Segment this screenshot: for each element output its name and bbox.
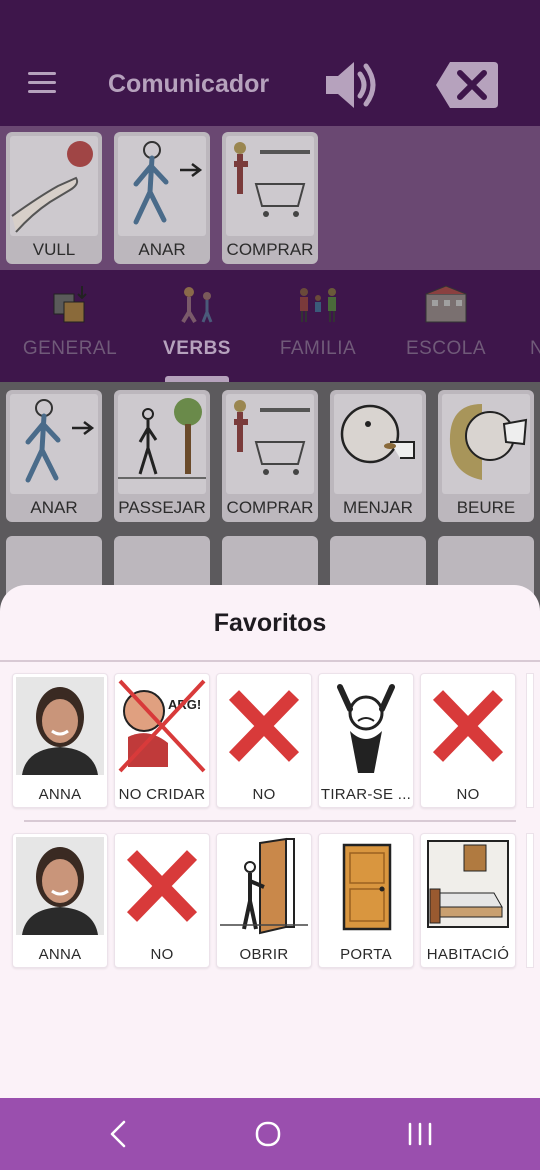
sheet-title: Favoritos — [213, 609, 327, 637]
favorites-sheet: Favoritos ANNA ARG! NO CRIDAR NO TIRAR-S… — [0, 585, 540, 1098]
favorite-card-partial[interactable] — [526, 673, 534, 808]
shopping-cart-icon — [226, 394, 314, 494]
sentence-card-label: VULL — [32, 240, 76, 259]
photo-avatar-icon — [16, 677, 104, 775]
tab-label: N — [530, 338, 540, 359]
nav-home-icon[interactable] — [248, 1114, 288, 1154]
no-shouting-icon: ARG! — [118, 677, 206, 775]
walking-person-icon — [10, 394, 98, 494]
grid-card-passejar[interactable]: PASSEJAR — [114, 390, 210, 522]
system-nav-bar — [0, 1098, 540, 1170]
stroll-icon — [118, 394, 206, 494]
backspace-icon[interactable] — [434, 60, 500, 110]
door-icon — [322, 837, 410, 935]
tab-familia[interactable]: FAMILIA — [258, 270, 378, 382]
hamburger-icon[interactable] — [28, 72, 56, 96]
walking-person-icon — [118, 136, 206, 236]
angry-person-icon — [322, 677, 410, 775]
photo-avatar-icon — [16, 837, 104, 935]
grid-card-label: COMPRAR — [226, 498, 314, 517]
favorite-card-porta[interactable]: PORTA — [318, 833, 414, 968]
app-title: Comunicador — [108, 70, 270, 98]
favorite-card-anna[interactable]: ANNA — [12, 673, 108, 808]
tab-label: GENERAL — [22, 338, 118, 359]
row-divider — [24, 820, 516, 822]
tab-escola[interactable]: ESCOLA — [386, 270, 506, 382]
open-door-icon — [220, 837, 308, 935]
red-cross-icon — [118, 837, 206, 935]
hand-ball-icon — [10, 136, 98, 236]
favorite-label: TIRAR-SE ... — [320, 786, 412, 803]
favorite-card-no-2[interactable]: NO — [420, 673, 516, 808]
red-cross-icon — [424, 677, 512, 775]
shopping-cart-icon — [226, 136, 314, 236]
nav-recents-icon[interactable] — [400, 1114, 440, 1154]
tab-verbs[interactable]: VERBS — [137, 270, 257, 382]
red-cross-icon — [220, 677, 308, 775]
grid-card-label: BEURE — [456, 498, 516, 517]
sentence-card-anar[interactable]: ANAR — [114, 132, 210, 264]
favorite-card-tirar-se[interactable]: TIRAR-SE ... — [318, 673, 414, 808]
favorite-label: OBRIR — [239, 946, 289, 963]
app-toolbar: Comunicador — [0, 0, 540, 126]
divider — [0, 660, 540, 662]
favorite-label: ANNA — [38, 946, 82, 963]
favorite-card-partial[interactable] — [526, 833, 534, 968]
sentence-card-comprar[interactable]: COMPRAR — [222, 132, 318, 264]
grid-card-menjar[interactable]: MENJAR — [330, 390, 426, 522]
favorite-label: NO — [252, 786, 276, 803]
favorite-label: ANNA — [38, 786, 82, 803]
sentence-card-label: COMPRAR — [226, 240, 314, 259]
grid-card-label: ANAR — [30, 498, 78, 517]
favorite-card-obrir[interactable]: OBRIR — [216, 833, 312, 968]
grid-card-comprar[interactable]: COMPRAR — [222, 390, 318, 522]
tab-label: ESCOLA — [405, 338, 487, 359]
tab-label: VERBS — [163, 338, 231, 359]
favorite-card-no[interactable]: NO — [216, 673, 312, 808]
favorite-label: HABITACIÓ — [426, 946, 510, 963]
sentence-card-label: ANAR — [138, 240, 186, 259]
grid-card-beure[interactable]: BEURE — [438, 390, 534, 522]
favorite-card-no-3[interactable]: NO — [114, 833, 210, 968]
verbs-icon — [181, 287, 213, 324]
favorite-card-anna-2[interactable]: ANNA — [12, 833, 108, 968]
tab-general[interactable]: GENERAL — [10, 270, 130, 382]
favorite-label: PORTA — [340, 946, 392, 963]
speaker-icon[interactable] — [322, 58, 378, 112]
grid-card-anar[interactable]: ANAR — [6, 390, 102, 522]
favorite-label: NO CRIDAR — [118, 786, 206, 803]
favorite-card-no-cridar[interactable]: ARG! NO CRIDAR — [114, 673, 210, 808]
sentence-card-vull[interactable]: VULL — [6, 132, 102, 264]
grid-card-label: PASSEJAR — [118, 498, 206, 517]
grid-card-label: MENJAR — [343, 498, 413, 517]
tab-label: FAMILIA — [279, 338, 357, 359]
category-tabs: GENERAL VERBS FAMILIA ESCOLA N — [0, 270, 540, 382]
eating-icon — [334, 394, 422, 494]
tab-next-partial[interactable]: N — [530, 270, 540, 382]
nav-back-icon[interactable] — [100, 1114, 140, 1154]
school-icon — [425, 285, 467, 323]
favorite-label: NO — [150, 946, 174, 963]
family-icon — [300, 288, 336, 322]
drinking-icon — [442, 394, 530, 494]
general-icon — [53, 286, 87, 323]
favorite-card-habitacio[interactable]: HABITACIÓ — [420, 833, 516, 968]
favorite-label: NO — [456, 786, 480, 803]
bedroom-icon — [424, 837, 512, 935]
sentence-strip: VULL ANAR COMPRAR — [0, 126, 540, 270]
